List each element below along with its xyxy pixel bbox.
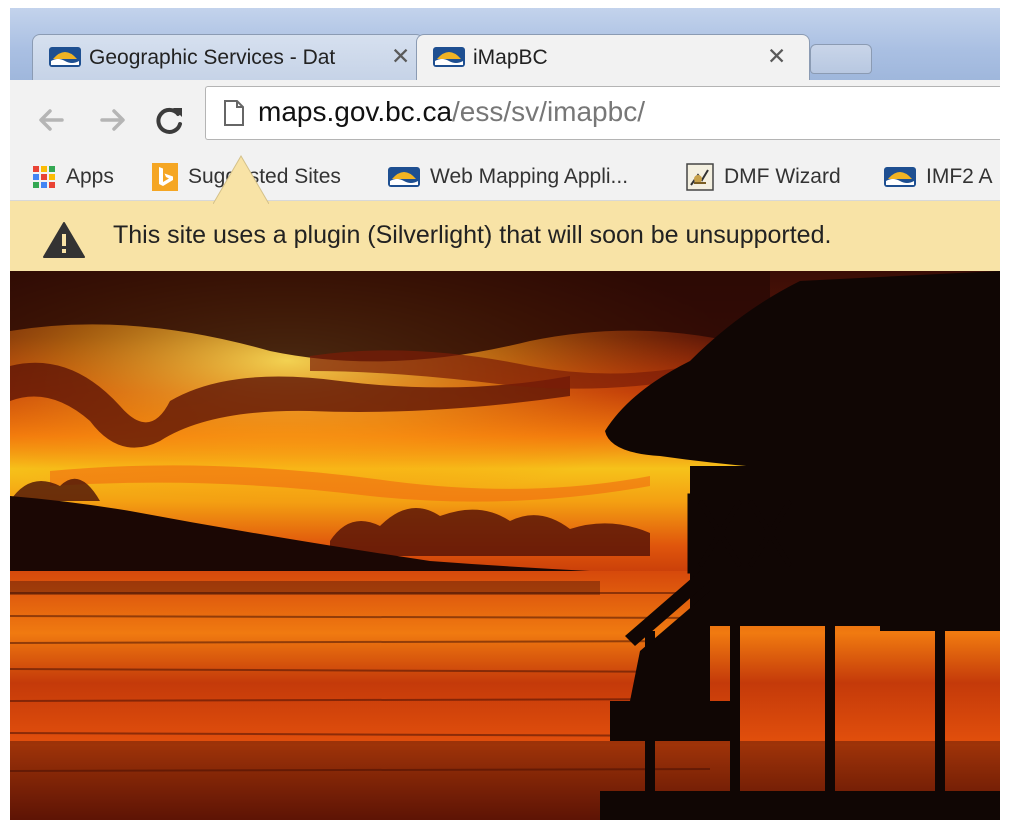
forward-arrow-icon[interactable] (92, 100, 132, 140)
url-host: maps.gov.bc.ca (258, 96, 453, 127)
page-icon (224, 100, 244, 126)
tab-close-icon[interactable]: ✕ (391, 45, 410, 68)
url-path: /ess/sv/imapbc/ (452, 96, 645, 127)
url-text: maps.gov.bc.ca/ess/sv/imapbc/ (258, 96, 645, 128)
browser-window: Geographic Services - Dat ✕ iMapBC ✕ map… (10, 8, 1000, 820)
bc-gov-icon (884, 167, 916, 188)
plugin-warning-infobar: This site uses a plugin (Silverlight) th… (10, 201, 1000, 271)
tab-title: iMapBC (473, 46, 548, 69)
bookmark-label: Apps (66, 165, 114, 188)
tab-imapbc[interactable]: iMapBC ✕ (416, 34, 810, 80)
infobar-pointer (213, 155, 269, 204)
sunset-photo (10, 271, 1000, 820)
bc-gov-icon (433, 47, 465, 67)
apps-grid-icon (33, 166, 55, 189)
bing-icon (152, 163, 178, 192)
back-arrow-icon[interactable] (32, 100, 72, 140)
dmf-icon (686, 163, 714, 192)
tab-title: Geographic Services - Dat (89, 46, 336, 69)
bookmark-imf2[interactable]: IMF2 A (884, 161, 993, 193)
bookmark-apps[interactable]: Apps (32, 161, 114, 193)
infobar-message: This site uses a plugin (Silverlight) th… (113, 221, 832, 249)
warning-icon (43, 222, 85, 258)
bookmark-label: DMF Wizard (724, 165, 841, 188)
bc-gov-icon (49, 47, 81, 67)
address-bar[interactable]: maps.gov.bc.ca/ess/sv/imapbc/ (205, 86, 1000, 140)
tab-geographic-services[interactable]: Geographic Services - Dat ✕ (32, 34, 424, 80)
bookmark-label: Web Mapping Appli... (430, 165, 629, 188)
bookmarks-bar: Apps Suggested Sites Web Mapping Appli..… (10, 156, 1000, 201)
tab-close-icon[interactable]: ✕ (767, 45, 786, 68)
tab-strip: Geographic Services - Dat ✕ iMapBC ✕ (10, 8, 1000, 80)
bookmark-label: IMF2 A (926, 165, 993, 188)
bookmark-web-mapping[interactable]: Web Mapping Appli... (388, 161, 628, 193)
bookmark-dmf-wizard[interactable]: DMF Wizard (686, 161, 841, 193)
new-tab-button[interactable] (810, 44, 872, 74)
bc-gov-icon (388, 167, 420, 188)
reload-icon[interactable] (150, 100, 190, 140)
